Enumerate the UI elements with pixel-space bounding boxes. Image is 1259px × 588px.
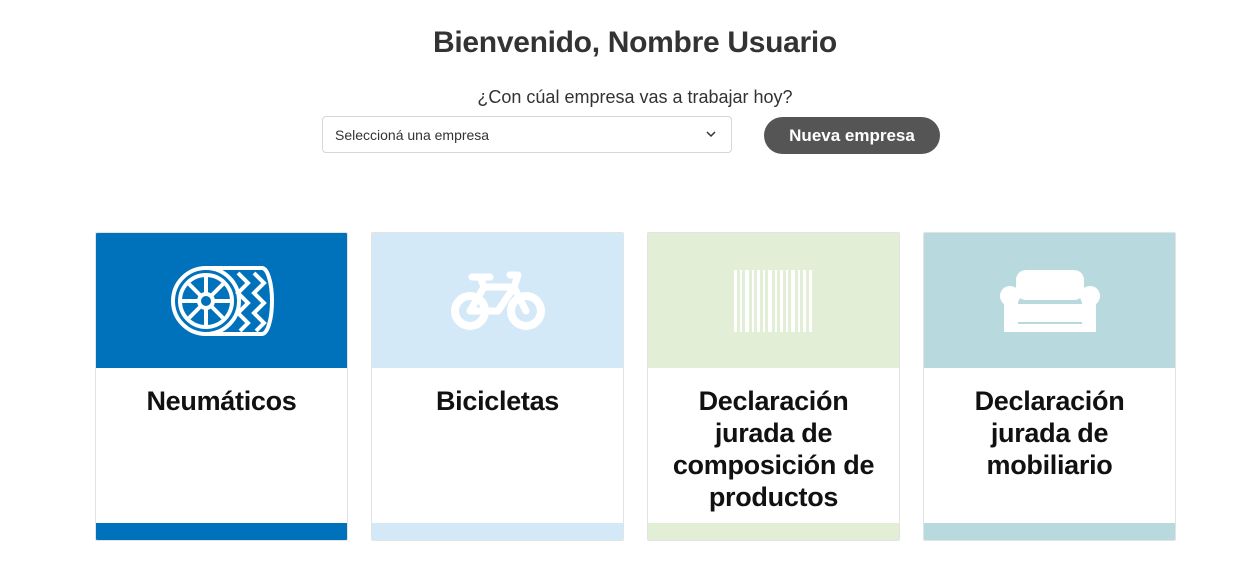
card-label: Declaración jurada de composición de pro…: [672, 386, 875, 512]
card-header: [648, 233, 899, 368]
page-title: Bienvenido, Nombre Usuario: [433, 26, 837, 59]
barcode-icon: [733, 269, 812, 332]
company-select[interactable]: Seleccioná una empresa: [322, 116, 732, 153]
company-question: ¿Con cúal empresa vas a trabajar hoy?: [477, 87, 793, 107]
card-footer-bar: [372, 523, 623, 540]
card-header: [372, 233, 623, 368]
card-footer-bar: [96, 523, 347, 540]
bicycle-icon: [450, 271, 545, 330]
card-footer-bar: [924, 523, 1175, 540]
card-footer-bar: [648, 523, 899, 540]
chevron-down-icon: [706, 131, 716, 138]
card-neumaticos[interactable]: Neumáticos: [95, 232, 348, 541]
card-composicion-productos[interactable]: Declaración jurada de composición de pro…: [647, 232, 900, 541]
tire-icon: [170, 265, 274, 336]
card-header: [96, 233, 347, 368]
card-label: Declaración jurada de mobiliario: [974, 386, 1125, 480]
card-bicicletas[interactable]: Bicicletas: [371, 232, 624, 541]
sofa-icon: [999, 269, 1100, 332]
card-label: Bicicletas: [435, 386, 560, 416]
card-label: Neumáticos: [146, 386, 297, 416]
card-mobiliario[interactable]: Declaración jurada de mobiliario: [923, 232, 1176, 541]
new-company-button[interactable]: Nueva empresa: [764, 117, 940, 154]
card-header: [924, 233, 1175, 368]
company-select-value: Seleccioná una empresa: [335, 126, 490, 143]
